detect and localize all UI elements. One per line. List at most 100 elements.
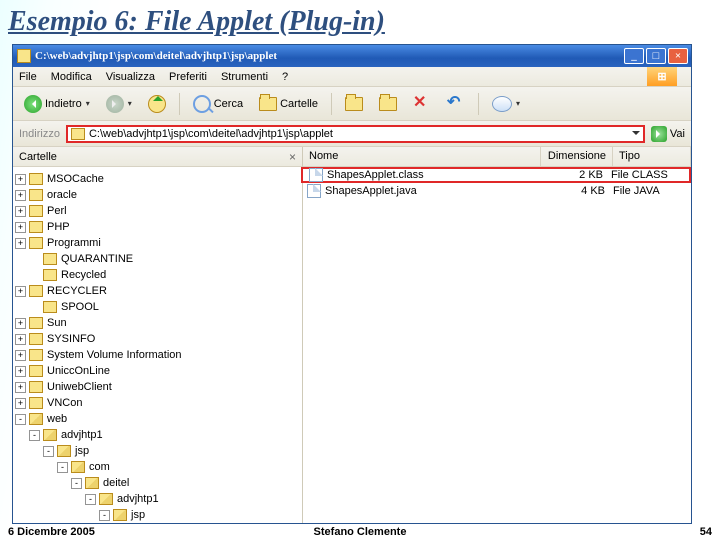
expand-toggle[interactable]: + — [15, 382, 26, 393]
tree-node[interactable]: +PHP — [15, 219, 302, 235]
folder-tree[interactable]: +MSOCache+oracle+Perl+PHP+ProgrammiQUARA… — [13, 167, 302, 523]
tree-label: UniwebClient — [47, 381, 112, 393]
folder-icon — [43, 253, 57, 265]
expand-toggle[interactable]: + — [15, 190, 26, 201]
copyto-button[interactable] — [374, 94, 402, 114]
tree-node[interactable]: -jsp — [15, 443, 302, 459]
tree-node[interactable]: +Perl — [15, 203, 302, 219]
folder-icon — [43, 301, 57, 313]
tree-node[interactable]: +Programmi — [15, 235, 302, 251]
address-field[interactable]: C:\web\advjhtp1\jsp\com\deitel\advjhtp1\… — [66, 125, 645, 143]
folder-icon — [43, 269, 57, 281]
tree-node[interactable]: -deitel — [15, 475, 302, 491]
go-label: Vai — [670, 128, 685, 140]
menu-file[interactable]: File — [19, 71, 37, 83]
chevron-down-icon: ▾ — [86, 99, 90, 108]
tree-node[interactable]: +MSOCache — [15, 171, 302, 187]
chevron-down-icon: ▾ — [128, 99, 132, 108]
folder-icon — [99, 493, 113, 505]
tree-label: VNCon — [47, 397, 82, 409]
up-button[interactable] — [143, 92, 171, 116]
folder-icon — [17, 49, 31, 63]
delete-icon: ✕ — [413, 95, 431, 113]
menu-tools[interactable]: Strumenti — [221, 71, 268, 83]
expand-toggle[interactable]: + — [15, 206, 26, 217]
tree-node[interactable]: +oracle — [15, 187, 302, 203]
expand-toggle[interactable]: + — [15, 238, 26, 249]
expand-toggle[interactable]: + — [15, 366, 26, 377]
file-row[interactable]: ShapesApplet.java4 KBFile JAVA — [303, 183, 691, 199]
folder-icon — [29, 413, 43, 425]
menu-edit[interactable]: Modifica — [51, 71, 92, 83]
expand-toggle[interactable]: - — [43, 446, 54, 457]
maximize-button[interactable]: □ — [646, 48, 666, 64]
expand-toggle[interactable]: + — [15, 334, 26, 345]
menu-favorites[interactable]: Preferiti — [169, 71, 207, 83]
tree-node[interactable]: -jsp — [15, 507, 302, 523]
tree-node[interactable]: - com — [15, 459, 302, 475]
tree-node[interactable]: +RECYCLER — [15, 283, 302, 299]
tree-node[interactable]: + UniwebClient — [15, 379, 302, 395]
delete-button[interactable]: ✕ — [408, 92, 436, 116]
folder-icon — [113, 509, 127, 521]
expand-toggle[interactable]: - — [71, 478, 82, 489]
tree-node[interactable]: + VNCon — [15, 395, 302, 411]
search-icon — [193, 95, 211, 113]
expand-toggle[interactable]: + — [15, 318, 26, 329]
expand-toggle[interactable]: + — [15, 222, 26, 233]
column-headers[interactable]: Nome Dimensione Tipo — [303, 147, 691, 167]
minimize-button[interactable]: _ — [624, 48, 644, 64]
expand-toggle[interactable]: + — [15, 350, 26, 361]
expand-toggle[interactable]: - — [57, 462, 68, 473]
expand-toggle[interactable]: - — [99, 510, 110, 521]
back-button[interactable]: Indietro ▾ — [19, 92, 95, 116]
file-list[interactable]: ShapesApplet.class2 KBFile CLASSShapesAp… — [303, 167, 691, 523]
tree-node[interactable]: + System Volume Information — [15, 347, 302, 363]
menu-view[interactable]: Visualizza — [106, 71, 155, 83]
col-name[interactable]: Nome — [303, 147, 541, 166]
tree-node[interactable]: SPOOL — [15, 299, 302, 315]
menu-help[interactable]: ? — [282, 71, 288, 83]
tree-node[interactable]: +Sun — [15, 315, 302, 331]
titlebar[interactable]: C:\web\advjhtp1\jsp\com\deitel\advjhtp1\… — [13, 45, 691, 67]
col-size[interactable]: Dimensione — [541, 147, 613, 166]
expand-toggle[interactable]: + — [15, 286, 26, 297]
folders-button[interactable]: Cartelle — [254, 94, 323, 114]
tree-label: com — [89, 461, 110, 473]
folders-label: Cartelle — [280, 98, 318, 110]
undo-button[interactable]: ↶ — [442, 92, 470, 116]
tree-node[interactable]: Recycled — [15, 267, 302, 283]
expand-toggle[interactable]: - — [29, 430, 40, 441]
tree-node[interactable]: -advjhtp1 — [15, 427, 302, 443]
tree-node[interactable]: -advjhtp1 — [15, 491, 302, 507]
expand-toggle[interactable]: - — [15, 414, 26, 425]
folder-icon — [29, 189, 43, 201]
folder-icon — [29, 237, 43, 249]
tree-node[interactable]: -web — [15, 411, 302, 427]
forward-button[interactable]: ▾ — [101, 92, 137, 116]
tree-node[interactable]: QUARANTINE — [15, 251, 302, 267]
folder-icon — [29, 333, 43, 345]
expand-toggle[interactable]: - — [85, 494, 96, 505]
separator — [179, 93, 180, 115]
tree-node[interactable]: + SYSINFO — [15, 331, 302, 347]
views-button[interactable]: ▾ — [487, 93, 525, 115]
go-button[interactable]: Vai — [651, 126, 685, 142]
file-row[interactable]: ShapesApplet.class2 KBFile CLASS — [301, 167, 691, 183]
close-button[interactable]: × — [668, 48, 688, 64]
expand-toggle[interactable]: + — [15, 398, 26, 409]
dropdown-icon[interactable] — [632, 131, 640, 139]
tree-node[interactable]: +UniccOnLine — [15, 363, 302, 379]
search-button[interactable]: Cerca — [188, 92, 248, 116]
tree-label: SYSINFO — [47, 333, 95, 345]
close-pane-button[interactable]: × — [289, 150, 296, 164]
tree-label: SPOOL — [61, 301, 99, 313]
moveto-button[interactable] — [340, 94, 368, 114]
windows-flag-icon: ⊞ — [647, 67, 677, 86]
folder-copy-icon — [379, 97, 397, 111]
expand-toggle[interactable]: + — [15, 174, 26, 185]
file-icon — [307, 184, 321, 198]
toolbar: Indietro ▾ ▾ Cerca Cartelle ✕ ↶ — [13, 87, 691, 121]
tree-label: System Volume Information — [47, 349, 182, 361]
col-type[interactable]: Tipo — [613, 147, 691, 166]
